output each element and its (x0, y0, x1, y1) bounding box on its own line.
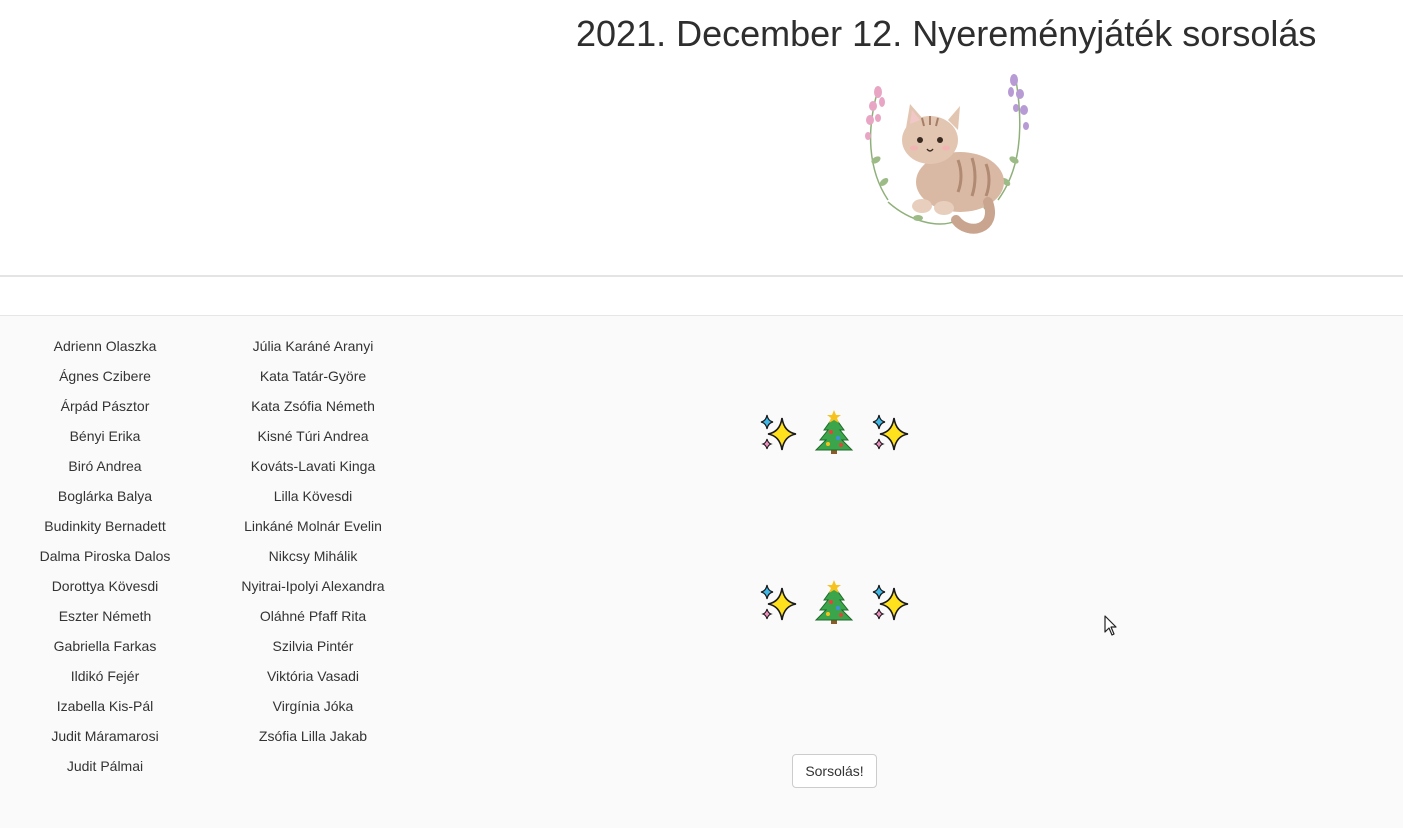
participant-name: Boglárka Balya (57, 488, 153, 504)
sparkles-icon (872, 414, 909, 451)
participant-name: Kata Tatár-Györe (259, 368, 367, 384)
participant-name: Kisné Túri Andrea (257, 428, 369, 444)
participant-name: Biró Andrea (68, 458, 142, 474)
draw-slot-2 (760, 580, 909, 624)
participant-name: Dalma Piroska Dalos (39, 548, 171, 564)
draw-button[interactable]: Sorsolás! (792, 754, 877, 788)
participant-name: Oláhné Pfaff Rita (259, 608, 367, 624)
participant-name: Nikcsy Mihálik (268, 548, 358, 564)
participant-name: Árpád Pásztor (60, 398, 150, 414)
participant-name: Nyitrai-Ipolyi Alexandra (241, 578, 385, 594)
participant-name: Judit Pálmai (66, 758, 144, 774)
page-title: 2021. December 12. Nyereményjáték sorsol… (576, 13, 1317, 54)
participant-name: Gabriella Farkas (53, 638, 157, 654)
participant-name: Viktória Vasadi (266, 668, 360, 684)
participant-name: Kováts-Lavati Kinga (250, 458, 376, 474)
main-content: Adrienn Olaszka Ágnes Czibere Árpád Pászto… (0, 316, 1403, 828)
participant-name: Judit Máramarosi (51, 728, 159, 744)
christmas-tree-icon (814, 410, 854, 454)
participant-name: Szilvia Pintér (272, 638, 354, 654)
participant-name: Virgínia Jóka (272, 698, 354, 714)
participant-name: Zsófia Lilla Jakab (258, 728, 368, 744)
sparkles-icon (872, 584, 909, 621)
participant-name: Kata Zsófia Németh (251, 398, 375, 414)
participant-name: Izabella Kis-Pál (56, 698, 154, 714)
participant-list-column-2: Júlia Karáné Aranyi Kata Tatár-Györe Kata … (213, 331, 413, 751)
toolbar-band (0, 277, 1403, 316)
participant-list-column-1: Adrienn Olaszka Ágnes Czibere Árpád Pászto… (5, 331, 205, 781)
sparkles-icon (760, 584, 797, 621)
participant-name: Ágnes Czibere (59, 368, 151, 384)
participant-name: Dorottya Kövesdi (51, 578, 159, 594)
participant-name: Eszter Németh (58, 608, 152, 624)
participant-name: Adrienn Olaszka (53, 338, 157, 354)
participant-name: Linkáné Molnár Evelin (244, 518, 382, 534)
participant-name: Bényi Erika (69, 428, 141, 444)
sparkles-icon (760, 414, 797, 451)
page-header: 2021. December 12. Nyereményjáték sorsol… (0, 0, 1403, 277)
christmas-tree-icon (814, 580, 854, 624)
cat-wreath-logo-icon (865, 74, 1029, 234)
mouse-cursor-icon (1104, 615, 1117, 636)
participant-name: Lilla Kövesdi (273, 488, 353, 504)
participant-name: Júlia Karáné Aranyi (252, 338, 374, 354)
participant-name: Budinkity Bernadett (44, 518, 166, 534)
draw-slot-1 (760, 410, 909, 454)
participant-name: Ildikó Fejér (70, 668, 140, 684)
